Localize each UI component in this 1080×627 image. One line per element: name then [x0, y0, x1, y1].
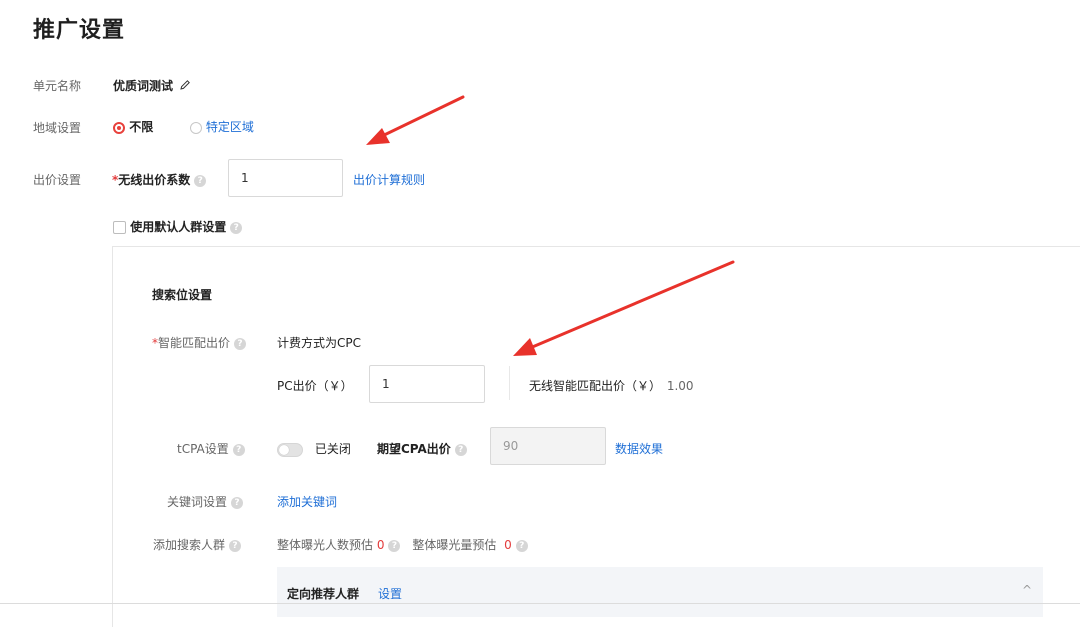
arrow-annotation-1 [366, 95, 465, 145]
arrow-annotation-2 [513, 260, 735, 356]
arrow-annotation [366, 95, 735, 356]
